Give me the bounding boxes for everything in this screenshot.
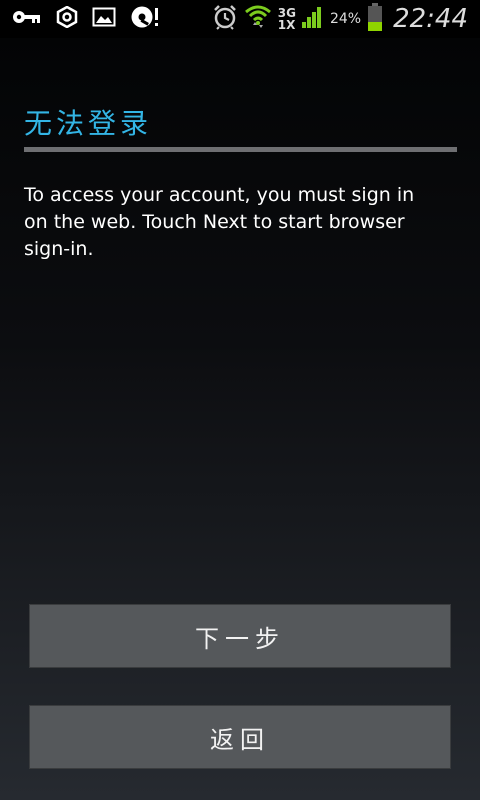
title-divider [24, 147, 457, 152]
system-status-icons: 3G 1X 24% 22:44 [212, 2, 468, 36]
clock: 22:44 [393, 4, 468, 34]
battery-percent: 24% [329, 11, 362, 27]
network-type: 3G 1X [278, 7, 296, 31]
disk-alert-icon [130, 5, 160, 33]
battery-icon [367, 2, 383, 36]
alarm-clock-icon [212, 4, 238, 34]
wifi-icon [244, 3, 272, 35]
key-icon [12, 9, 42, 29]
back-button[interactable]: 返回 [29, 705, 451, 769]
next-button[interactable]: 下一步 [29, 604, 451, 668]
signal-icon [301, 4, 324, 34]
sign-in-dialog: 无法登录 To access your account, you must si… [0, 38, 480, 800]
settings-nut-icon [56, 5, 78, 32]
status-bar: 3G 1X 24% 22:44 [0, 0, 480, 38]
dialog-message: To access your account, you must sign in… [24, 184, 415, 260]
network-type-bottom: 1X [277, 18, 296, 32]
image-icon [92, 7, 116, 31]
notification-icons [12, 5, 160, 33]
dialog-title: 无法登录 [24, 107, 153, 140]
